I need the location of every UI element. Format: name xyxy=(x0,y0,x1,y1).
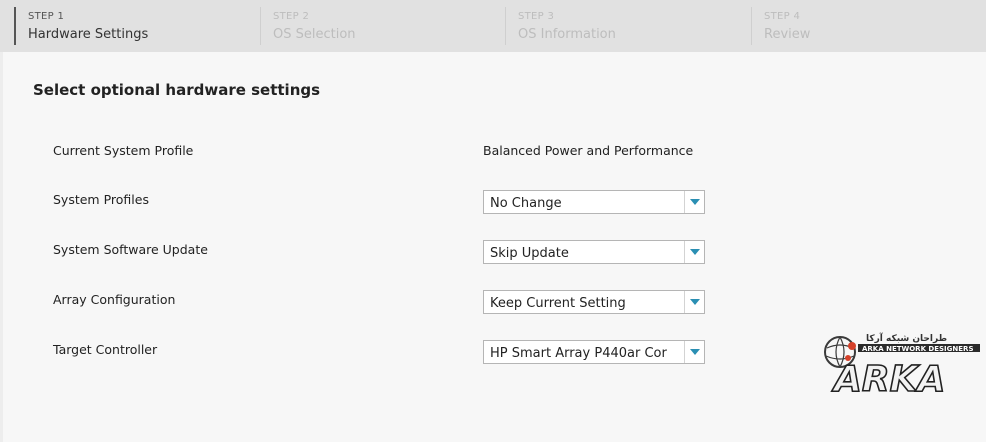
system-profiles-label: System Profiles xyxy=(53,192,149,207)
step-4-review[interactable]: STEP 4 Review xyxy=(751,7,981,45)
chevron-down-icon[interactable] xyxy=(684,291,704,313)
page-title: Select optional hardware settings xyxy=(33,81,321,99)
step-number: STEP 4 xyxy=(764,11,801,22)
system-profiles-dropdown[interactable]: No Change xyxy=(483,190,705,214)
step-name: Review xyxy=(764,27,811,42)
dropdown-selected-value: No Change xyxy=(490,196,562,211)
array-configuration-label: Array Configuration xyxy=(53,292,176,307)
current-system-profile-label: Current System Profile xyxy=(53,143,194,158)
step-number: STEP 3 xyxy=(518,11,555,22)
row-current-system-profile: Current System Profile Balanced Power an… xyxy=(3,139,986,163)
chevron-down-icon[interactable] xyxy=(684,341,704,363)
system-software-update-dropdown[interactable]: Skip Update xyxy=(483,240,705,264)
array-configuration-dropdown[interactable]: Keep Current Setting xyxy=(483,290,705,314)
step-name: OS Selection xyxy=(273,27,356,42)
step-2-os-selection[interactable]: STEP 2 OS Selection xyxy=(260,7,505,45)
dropdown-selected-value: Keep Current Setting xyxy=(490,296,626,311)
chevron-down-icon[interactable] xyxy=(684,191,704,213)
wizard-step-bar: STEP 1 Hardware Settings STEP 2 OS Selec… xyxy=(0,0,986,52)
arka-logo-watermark: طراحان شبکه آرکا ARKA NETWORK DESIGNERS … xyxy=(824,332,980,394)
dropdown-selected-value: HP Smart Array P440ar Cor xyxy=(490,346,667,361)
dropdown-selected-value: Skip Update xyxy=(490,246,569,261)
watermark-subtitle: ARKA NETWORK DESIGNERS xyxy=(862,345,973,353)
row-system-profiles: System Profiles No Change xyxy=(3,190,986,214)
watermark-wordmark: ARKA xyxy=(831,359,945,394)
current-system-profile-value: Balanced Power and Performance xyxy=(483,143,694,158)
row-array-configuration: Array Configuration Keep Current Setting xyxy=(3,290,986,314)
step-1-hardware-settings[interactable]: STEP 1 Hardware Settings xyxy=(14,7,259,45)
step-number: STEP 2 xyxy=(273,11,310,22)
chevron-down-icon[interactable] xyxy=(684,241,704,263)
target-controller-dropdown[interactable]: HP Smart Array P440ar Cor xyxy=(483,340,705,364)
step-3-os-information[interactable]: STEP 3 OS Information xyxy=(505,7,750,45)
target-controller-label: Target Controller xyxy=(53,342,158,357)
provisioning-wizard: STEP 1 Hardware Settings STEP 2 OS Selec… xyxy=(0,0,986,442)
row-system-software-update: System Software Update Skip Update xyxy=(3,240,986,264)
step-name: Hardware Settings xyxy=(28,27,149,42)
watermark-persian-text: طراحان شبکه آرکا xyxy=(866,332,947,344)
step-name: OS Information xyxy=(518,27,616,42)
system-software-update-label: System Software Update xyxy=(53,242,208,257)
step-number: STEP 1 xyxy=(28,11,65,22)
